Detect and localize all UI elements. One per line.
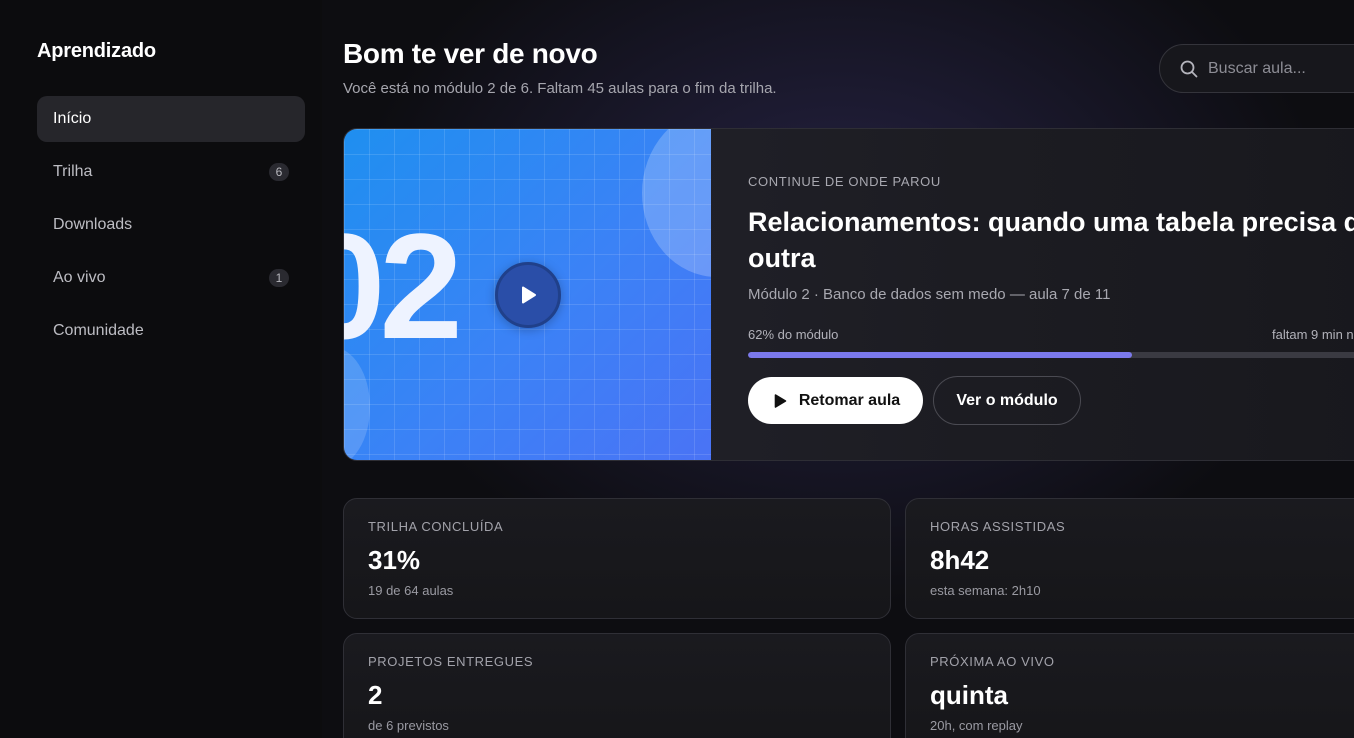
sidebar-item-comunidade[interactable]: Comunidade: [37, 308, 305, 354]
play-icon: [774, 393, 787, 408]
stat-card-horas: HORAS ASSISTIDAS 8h42 esta semana: 2h10: [905, 498, 1354, 619]
sidebar-item-label: Downloads: [53, 216, 133, 233]
stat-label: TRILHA CONCLUÍDA: [368, 519, 504, 534]
stat-card-trilha: TRILHA CONCLUÍDA 31% 19 de 64 aulas: [343, 498, 891, 619]
count-badge: 6: [269, 163, 289, 181]
sidebar-item-label: Ao vivo: [53, 269, 106, 286]
stat-note: de 6 previstos: [368, 718, 449, 733]
stat-label: PROJETOS ENTREGUES: [368, 654, 534, 669]
sidebar-item-ao-vivo[interactable]: Ao vivo 1: [37, 255, 305, 301]
play-button[interactable]: [495, 262, 561, 328]
sidebar: Aprendizado Início Trilha 6 Downloads Ao…: [0, 0, 322, 738]
time-remaining: faltam 9 min nesta aula: [1272, 327, 1354, 342]
lesson-thumbnail[interactable]: 02: [344, 129, 711, 460]
sidebar-nav: Início Trilha 6 Downloads Ao vivo 1 Comu…: [37, 96, 305, 361]
sidebar-item-trilha[interactable]: Trilha 6: [37, 149, 305, 195]
page-subtitle: Você está no módulo 2 de 6. Faltam 45 au…: [343, 80, 777, 97]
sidebar-item-downloads[interactable]: Downloads: [37, 202, 305, 248]
resume-lesson-button[interactable]: Retomar aula: [748, 377, 923, 424]
sidebar-item-label: Trilha: [53, 163, 93, 180]
progress-fill: [748, 352, 1133, 358]
sidebar-item-label: Início: [53, 110, 92, 127]
stat-note: 19 de 64 aulas: [368, 583, 454, 598]
search-icon: [1180, 60, 1198, 77]
stat-label: PRÓXIMA AO VIVO: [930, 654, 1055, 669]
decorative-circle: [642, 129, 711, 277]
search-box[interactable]: [1159, 44, 1354, 93]
lesson-title: Relacionamentos: quando uma tabela preci…: [748, 207, 1354, 273]
progress-label: 62% do módulo: [748, 327, 839, 342]
play-icon: [522, 286, 536, 304]
sidebar-item-inicio[interactable]: Início: [37, 96, 305, 142]
sidebar-item-label: Comunidade: [53, 322, 144, 339]
progress-bar: [748, 352, 1354, 358]
stat-card-ao-vivo: PRÓXIMA AO VIVO quinta 20h, com replay: [905, 633, 1354, 738]
app-root: Aprendizado Início Trilha 6 Downloads Ao…: [0, 0, 1354, 738]
view-module-button[interactable]: Ver o módulo: [933, 376, 1081, 425]
stat-label: HORAS ASSISTIDAS: [930, 519, 1066, 534]
page-title: Bom te ver de novo: [343, 38, 598, 69]
count-badge: 1: [269, 269, 289, 287]
continue-eyebrow: CONTINUE DE ONDE PAROU: [748, 174, 941, 189]
stat-card-projetos: PROJETOS ENTREGUES 2 de 6 previstos: [343, 633, 891, 738]
stat-value: 8h42: [930, 545, 990, 575]
stat-note: 20h, com replay: [930, 718, 1023, 733]
stat-note: esta semana: 2h10: [930, 583, 1041, 598]
stat-value: 31%: [368, 545, 421, 575]
continue-card: 02 CONTINUE DE ONDE PAROU Relacionamento…: [343, 128, 1354, 461]
resume-lesson-label: Retomar aula: [798, 391, 901, 409]
brand-title: Aprendizado: [37, 40, 156, 62]
stat-value: quinta: [930, 680, 1008, 710]
search-input[interactable]: [1208, 59, 1354, 78]
lesson-meta: Módulo 2 · Banco de dados sem medo — aul…: [748, 286, 1111, 303]
stat-value: 2: [368, 680, 383, 710]
module-number: 02: [344, 202, 463, 370]
